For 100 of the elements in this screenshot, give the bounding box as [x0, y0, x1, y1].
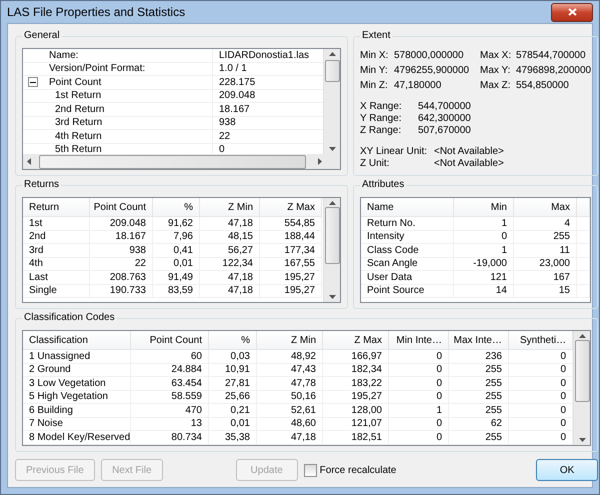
- table-cell: 27,81: [209, 377, 257, 390]
- property-value: 228.175: [218, 76, 256, 88]
- scroll-down-icon[interactable]: [328, 295, 336, 299]
- table-cell: 208.763: [90, 271, 153, 284]
- column-header[interactable]: Max Inte…: [449, 331, 509, 350]
- table-cell: 938: [90, 244, 153, 258]
- extent-label: Max Y:: [480, 65, 512, 76]
- table-cell: 195,27: [260, 271, 322, 284]
- collapse-icon[interactable]: [28, 77, 38, 88]
- column-header[interactable]: Point Count: [90, 198, 153, 217]
- column-header[interactable]: Point Count: [131, 331, 209, 350]
- column-header[interactable]: Name: [361, 198, 454, 217]
- range-value: 507,670000: [418, 125, 472, 136]
- empty-cell: [577, 258, 590, 271]
- ok-button[interactable]: OK: [536, 459, 598, 481]
- table-cell: 122,34: [200, 258, 260, 271]
- table-cell: 47,18: [200, 284, 260, 298]
- table-cell: 236: [449, 350, 509, 364]
- table-cell: 24.884: [131, 364, 209, 377]
- property-label: 1st Return: [43, 90, 213, 102]
- table-cell: 22: [90, 258, 153, 271]
- scroll-down-icon[interactable]: [328, 147, 336, 151]
- table-cell: 47,78: [257, 377, 323, 390]
- table-cell: 167,55: [260, 258, 322, 271]
- vertical-scrollbar[interactable]: [323, 49, 340, 154]
- property-value: 938: [218, 117, 237, 128]
- scrollbar-thumb[interactable]: [324, 60, 340, 82]
- table-cell: 48,15: [200, 230, 260, 244]
- vertical-scrollbar[interactable]: [573, 331, 590, 445]
- scroll-up-icon[interactable]: [328, 52, 336, 56]
- column-header[interactable]: Classification: [23, 331, 131, 350]
- checkbox[interactable]: [304, 464, 317, 476]
- table-cell: 47,18: [257, 431, 323, 444]
- table-cell: 0: [454, 230, 514, 244]
- range-label: Y Range:: [360, 113, 403, 124]
- table-cell: 0,41: [153, 244, 200, 258]
- property-label: 4th Return: [43, 130, 213, 142]
- extent-label: Min Y:: [360, 65, 389, 76]
- scrollbar-thumb[interactable]: [39, 154, 306, 168]
- table-cell: 62: [449, 418, 509, 431]
- extent-value: 4796898,200000: [516, 65, 592, 76]
- scroll-up-icon[interactable]: [328, 201, 336, 205]
- column-header[interactable]: Z Min: [257, 331, 323, 350]
- unit-value: <Not Available>: [434, 146, 505, 157]
- property-value: 209.048: [218, 90, 256, 102]
- table-cell: 0: [389, 431, 449, 444]
- table-cell: 166,97: [323, 350, 389, 364]
- table-cell: 56,27: [200, 244, 260, 258]
- column-header[interactable]: Max: [514, 198, 577, 217]
- column-header[interactable]: Z Min: [200, 198, 260, 217]
- range-label: Z Range:: [360, 125, 402, 136]
- table-cell: 0: [389, 364, 449, 377]
- property-label: Name:: [43, 49, 213, 62]
- extent-value: 578544,700000: [516, 50, 587, 61]
- vertical-scrollbar[interactable]: [323, 198, 340, 302]
- scroll-right-icon[interactable]: [318, 158, 322, 165]
- table-cell: 1: [389, 404, 449, 418]
- scroll-left-icon[interactable]: [27, 158, 31, 165]
- table-cell: 2 Ground: [23, 364, 131, 377]
- checkbox-label[interactable]: Force recalculate: [320, 464, 396, 476]
- horizontal-scrollbar[interactable]: [23, 154, 340, 169]
- table-cell: 23,000: [514, 258, 577, 271]
- table-cell: 47,43: [257, 364, 323, 377]
- column-header[interactable]: %: [153, 198, 200, 217]
- close-button[interactable]: [551, 2, 593, 22]
- empty-cell: [577, 230, 590, 244]
- column-header[interactable]: Z Max: [260, 198, 322, 217]
- table-cell: 4: [514, 217, 577, 230]
- scrollbar-thumb[interactable]: [574, 340, 590, 402]
- table-cell: 255: [449, 390, 509, 404]
- column-header[interactable]: Min Inte…: [389, 331, 449, 350]
- column-header[interactable]: Min: [454, 198, 514, 217]
- range-value: 544,700000: [418, 101, 472, 112]
- scrollbar-thumb[interactable]: [324, 207, 340, 264]
- table-cell: 35,38: [209, 431, 257, 444]
- table-cell: 63.454: [131, 377, 209, 390]
- property-label: Point Count: [43, 76, 213, 88]
- table-cell: 2nd: [23, 230, 90, 244]
- table-cell: 11: [514, 244, 577, 258]
- table-cell: 0: [389, 418, 449, 431]
- scroll-down-icon[interactable]: [578, 438, 586, 442]
- column-header[interactable]: Syntheti…: [509, 331, 574, 350]
- group-title: Attributes: [360, 179, 406, 190]
- column-header[interactable]: %: [209, 331, 257, 350]
- range-label: X Range:: [360, 101, 403, 112]
- table-cell: 188,44: [260, 230, 322, 244]
- table-cell: 1: [454, 244, 514, 258]
- table-cell: 183,22: [323, 377, 389, 390]
- table-cell: 91,62: [153, 217, 200, 230]
- column-header[interactable]: Z Max: [323, 331, 389, 350]
- empty-cell: [577, 244, 590, 258]
- column-header[interactable]: Return: [23, 198, 90, 217]
- table-cell: 6 Building: [23, 404, 131, 418]
- table-cell: 255: [449, 404, 509, 418]
- scroll-up-icon[interactable]: [578, 334, 586, 338]
- table-cell: 15: [514, 284, 577, 298]
- property-label: Version/Point Format:: [43, 62, 213, 75]
- table-cell: 0: [389, 350, 449, 364]
- table-cell: Scan Angle: [361, 258, 454, 271]
- table-cell: 25,66: [209, 390, 257, 404]
